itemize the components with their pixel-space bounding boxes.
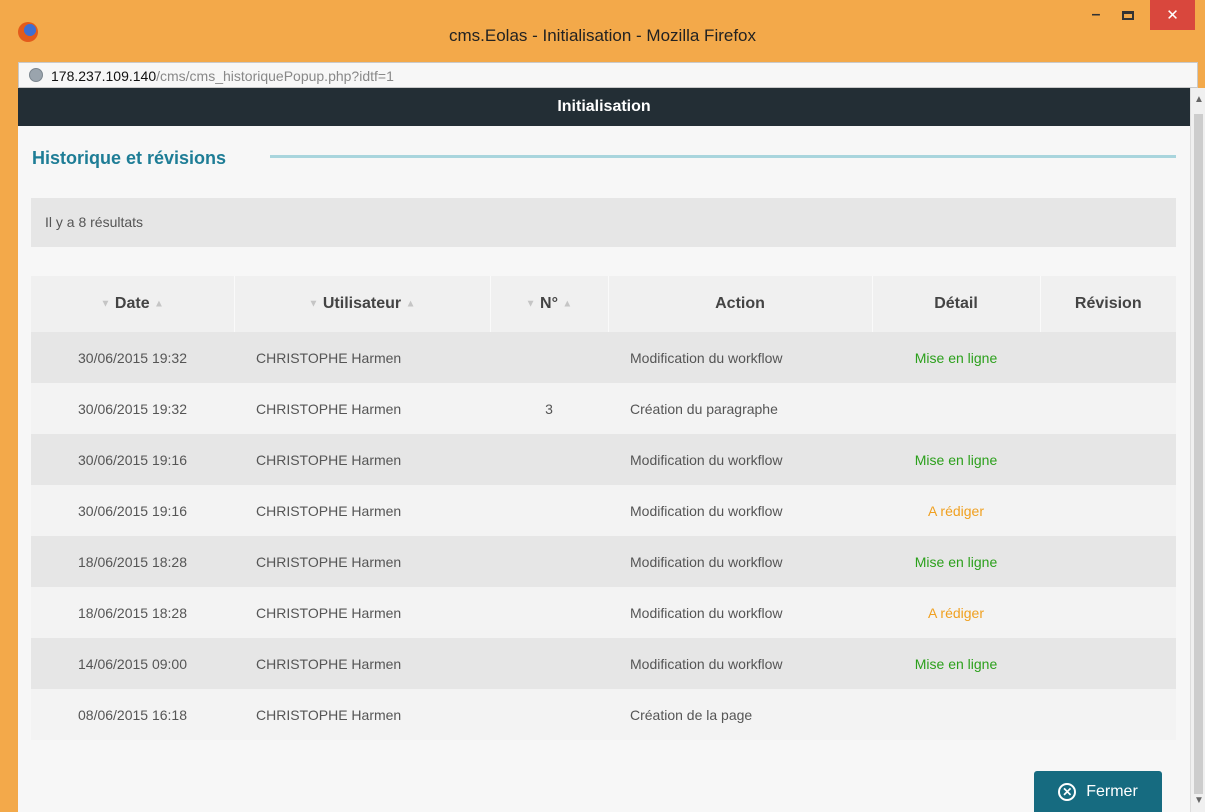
table-row: 30/06/2015 19:32 CHRISTOPHE Harmen Modific…	[31, 332, 1176, 383]
close-circle-icon: ✕	[1058, 782, 1077, 801]
cell-date: 30/06/2015 19:32	[78, 349, 187, 366]
cell-revision	[1040, 383, 1176, 434]
table-row: 30/06/2015 19:16 CHRISTOPHE Harmen Modific…	[31, 434, 1176, 485]
column-header-revision: Révision	[1074, 295, 1142, 312]
cell-user: CHRISTOPHE Harmen	[256, 655, 402, 672]
cell-action: Modification du workflow	[630, 553, 783, 570]
window-title: cms.Eolas - Initialisation - Mozilla Fir…	[448, 26, 757, 45]
maximize-button[interactable]	[1114, 0, 1142, 30]
cell-num	[490, 536, 608, 587]
cell-detail: Mise en ligne	[914, 451, 998, 468]
page-header: Initialisation	[18, 88, 1190, 126]
cell-revision	[1040, 689, 1176, 740]
cell-user: CHRISTOPHE Harmen	[256, 400, 402, 417]
sort-down-icon: ▼	[308, 298, 319, 310]
cell-num	[490, 587, 608, 638]
cell-user: CHRISTOPHE Harmen	[256, 349, 402, 366]
cell-user: CHRISTOPHE Harmen	[256, 502, 402, 519]
url-host: 178.237.109.140	[51, 68, 157, 84]
cell-date: 18/06/2015 18:28	[78, 604, 187, 621]
address-bar[interactable]: 178.237.109.140/cms/cms_historiquePopup.…	[18, 62, 1198, 88]
cell-action: Modification du workflow	[630, 604, 783, 621]
title-bar: cms.Eolas - Initialisation - Mozilla Fir…	[0, 0, 1205, 62]
minimize-button[interactable]: –	[1082, 0, 1110, 30]
scroll-down-icon[interactable]: ▼	[1194, 795, 1204, 806]
browser-window: cms.Eolas - Initialisation - Mozilla Fir…	[0, 0, 1205, 812]
cell-revision	[1040, 434, 1176, 485]
globe-icon	[29, 68, 43, 82]
cell-user: CHRISTOPHE Harmen	[256, 706, 402, 723]
results-box: Il y a 8 résultats	[31, 198, 1176, 247]
cell-action: Création du paragraphe	[630, 400, 778, 417]
cell-num	[490, 434, 608, 485]
history-table: ▼ Date ▲ ▼ Utilisateur ▲ ▼ N° ▲ Action D…	[31, 276, 1176, 740]
cell-num: 3	[545, 400, 553, 417]
cell-user: CHRISTOPHE Harmen	[256, 553, 402, 570]
cell-detail: Mise en ligne	[914, 655, 998, 672]
cell-date: 30/06/2015 19:16	[78, 502, 187, 519]
scrollbar[interactable]: ▲ ▼	[1190, 88, 1205, 812]
table-row: 30/06/2015 19:32 CHRISTOPHE Harmen 3 Créati…	[31, 383, 1176, 434]
cell-date: 30/06/2015 19:16	[78, 451, 187, 468]
cell-date: 30/06/2015 19:32	[78, 400, 187, 417]
sort-down-icon: ▼	[525, 298, 536, 310]
column-label-user: Utilisateur	[322, 295, 402, 312]
cell-detail: Mise en ligne	[914, 349, 998, 366]
cell-action: Modification du workflow	[630, 349, 783, 366]
cell-date: 18/06/2015 18:28	[78, 553, 187, 570]
cell-user: CHRISTOPHE Harmen	[256, 451, 402, 468]
cell-user: CHRISTOPHE Harmen	[256, 604, 402, 621]
cell-date: 14/06/2015 09:00	[78, 655, 187, 672]
cell-detail: A rédiger	[927, 502, 985, 519]
cell-revision	[1040, 536, 1176, 587]
table-row: 18/06/2015 18:28 CHRISTOPHE Harmen Modific…	[31, 536, 1176, 587]
cell-revision	[1040, 485, 1176, 536]
scroll-thumb[interactable]	[1194, 114, 1203, 794]
url-path: /cms/cms_historiquePopup.php?idtf=1	[156, 68, 394, 84]
table-row: 18/06/2015 18:28 CHRISTOPHE Harmen Modific…	[31, 587, 1176, 638]
section-divider	[270, 155, 1176, 158]
close-button-label: Fermer	[1086, 782, 1138, 800]
cell-num	[490, 689, 608, 740]
cell-revision	[1040, 638, 1176, 689]
url-text: 178.237.109.140/cms/cms_historiquePopup.…	[51, 68, 394, 84]
sort-up-icon: ▲	[154, 298, 164, 310]
cell-detail	[872, 689, 1040, 740]
cell-detail	[872, 383, 1040, 434]
section-title: Historique et révisions	[32, 148, 227, 168]
close-button[interactable]: ✕ Fermer	[1034, 771, 1162, 812]
cell-revision	[1040, 332, 1176, 383]
table-row: 14/06/2015 09:00 CHRISTOPHE Harmen Modific…	[31, 638, 1176, 689]
cell-date: 08/06/2015 16:18	[78, 706, 187, 723]
cell-num	[490, 485, 608, 536]
results-count: Il y a 8 résultats	[45, 214, 144, 230]
column-header-action: Action	[608, 276, 873, 332]
sort-down-icon: ▼	[100, 298, 111, 310]
close-window-button[interactable]: ✕	[1150, 0, 1195, 30]
table-row: 30/06/2015 19:16 CHRISTOPHE Harmen Modific…	[31, 485, 1176, 536]
cell-action: Création de la page	[630, 706, 753, 723]
table-row: 08/06/2015 16:18 CHRISTOPHE Harmen Créatio…	[31, 689, 1176, 740]
column-header-date[interactable]: ▼ Date ▲	[31, 276, 235, 332]
column-header-user[interactable]: ▼ Utilisateur ▲	[234, 276, 491, 332]
cell-action: Modification du workflow	[630, 451, 783, 468]
page-content: Initialisation Historique et révisions I…	[18, 88, 1190, 812]
cell-detail: Mise en ligne	[914, 553, 998, 570]
cell-revision	[1040, 587, 1176, 638]
column-header-num[interactable]: ▼ N° ▲	[490, 276, 609, 332]
scroll-up-icon[interactable]: ▲	[1194, 94, 1204, 105]
column-header-detail: Détail	[872, 276, 1041, 332]
column-label-num: N°	[540, 295, 558, 312]
column-label-date: Date	[114, 295, 150, 312]
cell-action: Modification du workflow	[630, 655, 783, 672]
cell-detail: A rédiger	[927, 604, 985, 621]
sort-up-icon: ▲	[562, 298, 573, 310]
cell-num	[490, 332, 608, 383]
table-header-row: ▼ Date ▲ ▼ Utilisateur ▲ ▼ N° ▲ Action D…	[31, 276, 1176, 332]
cell-num	[490, 638, 608, 689]
sort-up-icon: ▲	[405, 298, 416, 310]
maximize-icon	[1122, 10, 1134, 20]
cell-action: Modification du workflow	[630, 502, 783, 519]
